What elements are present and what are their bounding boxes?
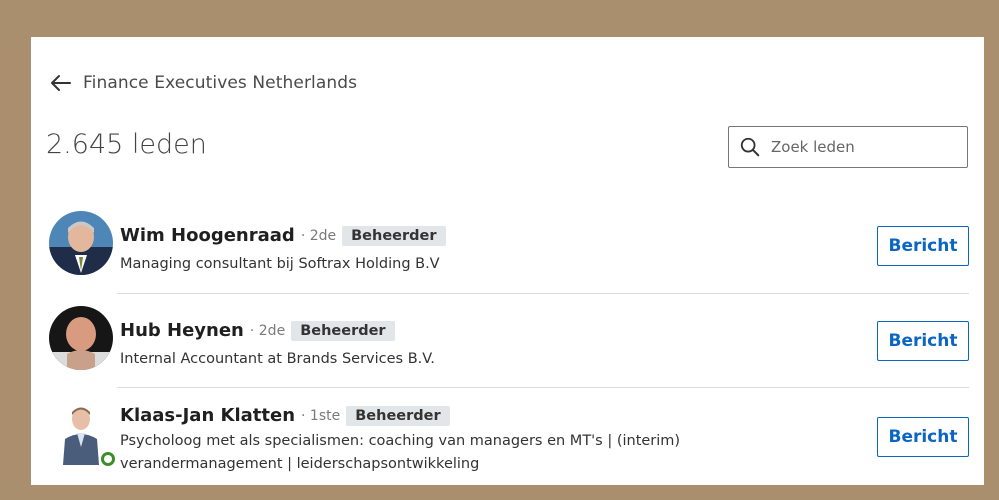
member-headline: Managing consultant bij Softrax Holding … — [120, 256, 440, 272]
group-title[interactable]: Finance Executives Netherlands — [83, 73, 357, 93]
member-row: Klaas-Jan Klatten · 1ste Beheerder Psych… — [31, 397, 984, 485]
message-button[interactable]: Bericht — [877, 417, 969, 457]
member-row: Wim Hoogenraad · 2de Beheerder Managing … — [31, 207, 984, 302]
member-headline: Internal Accountant at Brands Services B… — [120, 351, 435, 367]
member-name[interactable]: Klaas-Jan Klatten — [120, 405, 295, 426]
name-line: Klaas-Jan Klatten · 1ste Beheerder — [120, 405, 450, 426]
message-button[interactable]: Bericht — [877, 226, 969, 266]
divider — [117, 293, 969, 294]
message-button[interactable]: Bericht — [877, 321, 969, 361]
connection-degree: · 1ste — [301, 407, 341, 424]
search-box[interactable] — [728, 126, 968, 168]
name-line: Wim Hoogenraad · 2de Beheerder — [120, 225, 446, 246]
search-input[interactable] — [769, 137, 953, 157]
connection-degree: · 2de — [300, 227, 337, 244]
role-badge: Beheerder — [346, 405, 450, 426]
avatar[interactable] — [49, 306, 113, 370]
member-count: 2.645 leden — [46, 129, 207, 160]
role-badge: Beheerder — [291, 320, 395, 341]
member-name[interactable]: Wim Hoogenraad — [120, 225, 295, 246]
members-panel: Finance Executives Netherlands 2.645 led… — [31, 37, 984, 485]
member-headline: Psycholoog met als specialismen: coachin… — [120, 433, 681, 472]
divider — [117, 387, 969, 388]
header-back-row: Finance Executives Netherlands — [49, 71, 357, 95]
connection-degree: · 2de — [249, 322, 286, 339]
member-name[interactable]: Hub Heynen — [120, 320, 244, 341]
name-line: Hub Heynen · 2de Beheerder — [120, 320, 395, 341]
avatar[interactable] — [49, 211, 113, 275]
back-arrow-icon[interactable] — [49, 71, 73, 95]
role-badge: Beheerder — [342, 225, 446, 246]
online-status-icon — [101, 452, 115, 466]
member-row: Hub Heynen · 2de Beheerder Internal Acco… — [31, 302, 984, 397]
search-icon — [740, 137, 760, 157]
